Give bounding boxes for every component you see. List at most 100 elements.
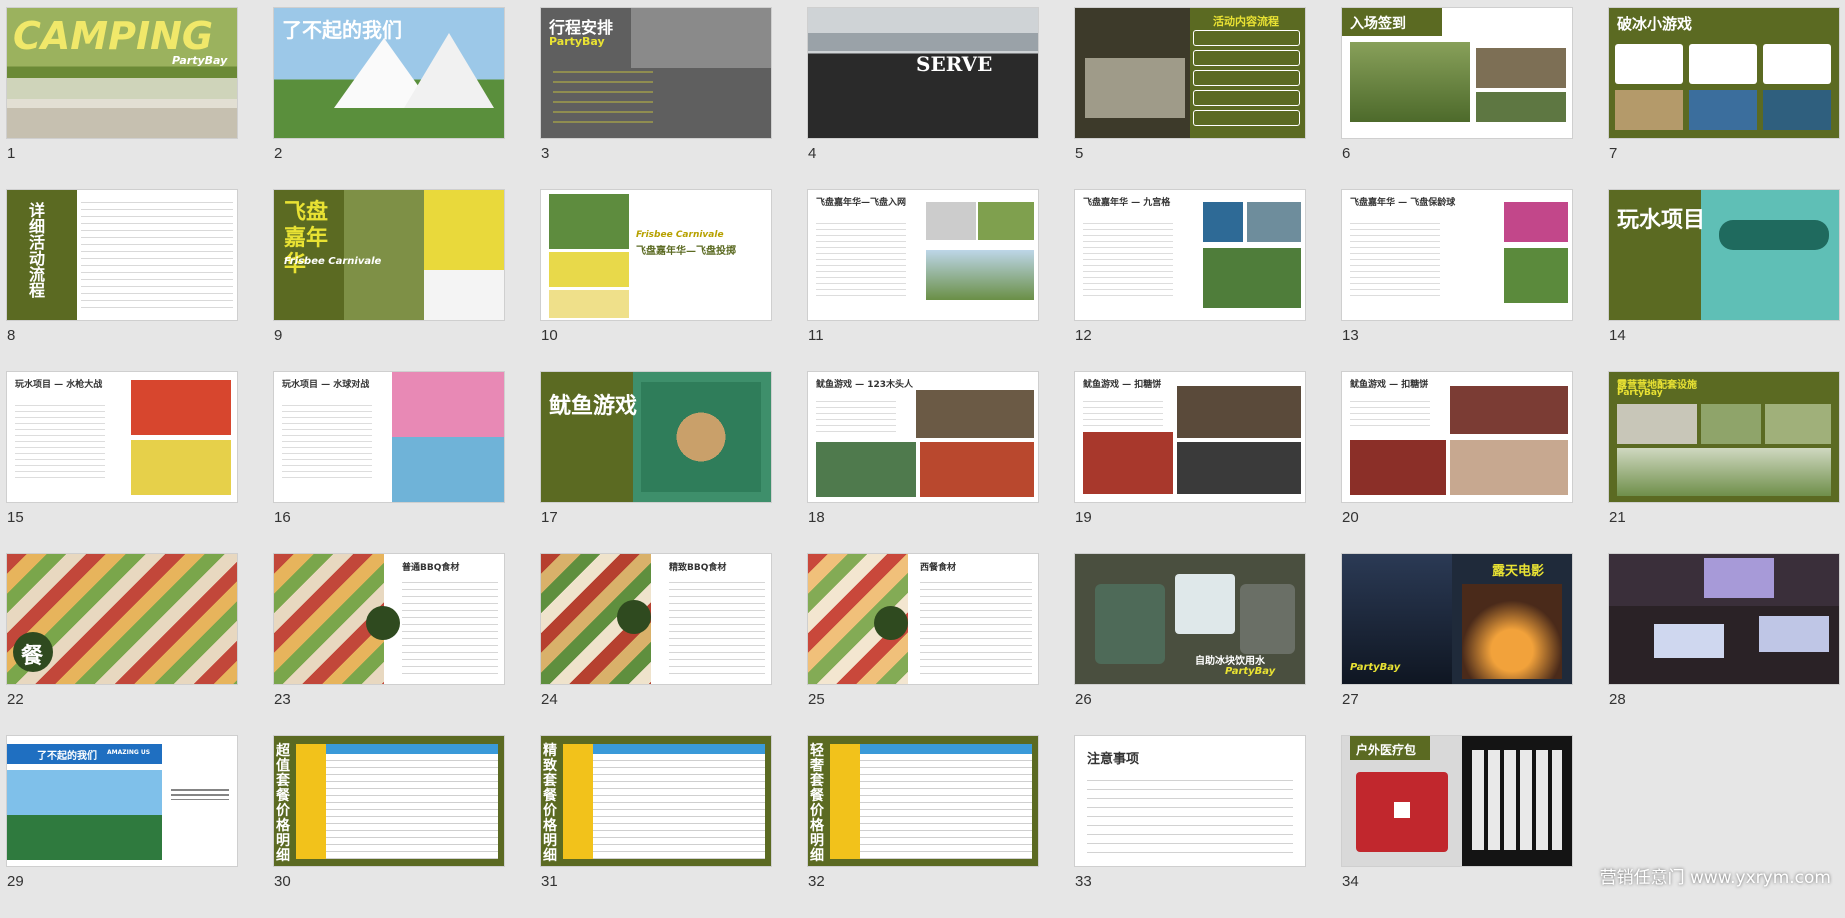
slide-number: 9 bbox=[274, 327, 283, 344]
slide-cell: 入场签到 6 bbox=[1342, 8, 1572, 190]
slide-title: 了不起的我们 bbox=[37, 751, 97, 762]
slide-title: 鱿鱼游戏 — 扣糖饼 bbox=[1083, 380, 1162, 390]
slide-thumbnail[interactable]: 露营营地配套设施 PartyBay bbox=[1609, 372, 1839, 502]
slide-thumbnail[interactable]: 露天电影 PartyBay bbox=[1342, 554, 1572, 684]
slide-title: 餐 bbox=[21, 644, 44, 669]
slide-thumbnail[interactable]: 飞盘嘉年华 Frisbee Carnivale bbox=[274, 190, 504, 320]
slide-thumbnail[interactable]: 玩水项目 — 水球对战 bbox=[274, 372, 504, 502]
slide-number: 14 bbox=[1609, 327, 1626, 344]
slide-thumbnail[interactable]: 飞盘嘉年华 — 飞盘保龄球 bbox=[1342, 190, 1572, 320]
slide-subtitle: PartyBay bbox=[1350, 662, 1401, 673]
slide-number: 32 bbox=[808, 873, 825, 890]
slide-title: 活动内容流程 bbox=[1213, 15, 1279, 28]
slide-thumbnail[interactable]: CAMPING PartyBay bbox=[7, 8, 237, 138]
slide-title: 飞盘嘉年华—飞盘入网 bbox=[816, 198, 907, 208]
slide-number: 11 bbox=[808, 327, 824, 344]
slide-cell: 鱿鱼游戏 — 123木头人 18 bbox=[808, 372, 1038, 554]
slide-cell: 户外医疗包 34 bbox=[1342, 736, 1572, 918]
slide-cell: 西餐食材 25 bbox=[808, 554, 1038, 736]
slide-thumbnail[interactable]: 注意事项 bbox=[1075, 736, 1305, 866]
slide-number: 5 bbox=[1075, 145, 1084, 162]
slide-thumbnail[interactable]: SERVE bbox=[808, 8, 1038, 138]
slide-title: 鱿鱼游戏 bbox=[549, 393, 638, 419]
slide-number: 13 bbox=[1342, 327, 1359, 344]
slide-thumbnail[interactable]: 活动内容流程 bbox=[1075, 8, 1305, 138]
slide-cell: 鱿鱼游戏 17 bbox=[541, 372, 771, 554]
slide-thumbnail[interactable]: 精致套餐价格明细 bbox=[541, 736, 771, 866]
slide-cell: SERVE 4 bbox=[808, 8, 1038, 190]
slide-title: 飞盘嘉年华 — 九宫格 bbox=[1083, 198, 1171, 208]
slide-thumbnail[interactable]: 了不起的我们 bbox=[274, 8, 504, 138]
slide-thumbnail[interactable]: 轻奢套餐价格明细 bbox=[808, 736, 1038, 866]
slide-cell: 精致套餐价格明细 31 bbox=[541, 736, 771, 918]
slide-cell: 露营营地配套设施 PartyBay 21 bbox=[1609, 372, 1839, 554]
slide-title: SERVE bbox=[916, 52, 993, 76]
slide-thumbnail[interactable]: 破冰小游戏 bbox=[1609, 8, 1839, 138]
slide-title: 飞盘嘉年华 — 飞盘保龄球 bbox=[1350, 198, 1456, 208]
slide-thumbnail[interactable]: 玩水项目 — 水枪大战 bbox=[7, 372, 237, 502]
slide-title: 玩水项目 bbox=[1617, 207, 1706, 233]
slide-thumbnail[interactable]: 行程安排 PartyBay bbox=[541, 8, 771, 138]
slide-title: 普通BBQ食材 bbox=[402, 563, 460, 573]
slide-cell: 飞盘嘉年华 Frisbee Carnivale 9 bbox=[274, 190, 504, 372]
slide-thumbnail[interactable]: 鱿鱼游戏 — 扣糖饼 bbox=[1342, 372, 1572, 502]
slide-thumbnail[interactable]: 鱿鱼游戏 — 扣糖饼 bbox=[1075, 372, 1305, 502]
slide-thumbnail[interactable]: 鱿鱼游戏 bbox=[541, 372, 771, 502]
medical-cross-icon bbox=[1394, 802, 1410, 818]
slide-title: 入场签到 bbox=[1350, 16, 1406, 32]
slide-cell: Frisbee Carnivale 飞盘嘉年华—飞盘投掷 10 bbox=[541, 190, 771, 372]
slide-thumbnail[interactable]: 普通BBQ食材 bbox=[274, 554, 504, 684]
slide-title: 破冰小游戏 bbox=[1617, 15, 1693, 33]
slide-cell: 了不起的我们 2 bbox=[274, 8, 504, 190]
slide-number: 30 bbox=[274, 873, 291, 890]
slide-cell: 28 bbox=[1609, 554, 1839, 736]
slide-number: 31 bbox=[541, 873, 558, 890]
slide-thumbnail[interactable]: 飞盘嘉年华 — 九宫格 bbox=[1075, 190, 1305, 320]
slide-number: 22 bbox=[7, 691, 24, 708]
slide-number: 3 bbox=[541, 145, 550, 162]
slide-subtitle: Frisbee Carnivale bbox=[636, 230, 724, 240]
slide-thumbnail[interactable]: 超值套餐价格明细 bbox=[274, 736, 504, 866]
slide-number: 25 bbox=[808, 691, 825, 708]
slide-subtitle: Frisbee Carnivale bbox=[284, 256, 382, 267]
slide-thumbnail[interactable]: 详细活动流程 bbox=[7, 190, 237, 320]
slide-number: 1 bbox=[7, 145, 16, 162]
slide-thumbnail[interactable]: 玩水项目 bbox=[1609, 190, 1839, 320]
slide-thumbnail[interactable]: 西餐食材 bbox=[808, 554, 1038, 684]
slide-cell: 超值套餐价格明细 30 bbox=[274, 736, 504, 918]
slide-number: 33 bbox=[1075, 873, 1092, 890]
slide-thumbnail[interactable]: 户外医疗包 bbox=[1342, 736, 1572, 866]
slide-thumbnail[interactable]: 餐 bbox=[7, 554, 237, 684]
slide-cell: 玩水项目 — 水球对战 16 bbox=[274, 372, 504, 554]
slide-number: 15 bbox=[7, 509, 24, 526]
slide-title: 玩水项目 — 水枪大战 bbox=[15, 380, 103, 390]
slide-title: 西餐食材 bbox=[920, 563, 957, 573]
slide-thumbnail[interactable]: Frisbee Carnivale 飞盘嘉年华—飞盘投掷 bbox=[541, 190, 771, 320]
slide-number: 20 bbox=[1342, 509, 1359, 526]
slide-thumbnail[interactable]: 自助冰块饮用水 PartyBay bbox=[1075, 554, 1305, 684]
slide-thumbnail[interactable]: 飞盘嘉年华—飞盘入网 bbox=[808, 190, 1038, 320]
slide-number: 26 bbox=[1075, 691, 1092, 708]
slide-number: 34 bbox=[1342, 873, 1359, 890]
slide-thumbnail[interactable]: 鱿鱼游戏 — 123木头人 bbox=[808, 372, 1038, 502]
slide-thumbnail[interactable]: 入场签到 bbox=[1342, 8, 1572, 138]
slide-thumbnail[interactable]: 了不起的我们 AMAZING US bbox=[7, 736, 237, 866]
slide-thumbnail[interactable] bbox=[1609, 554, 1839, 684]
slide-cell: 玩水项目 14 bbox=[1609, 190, 1839, 372]
slide-cell: 露天电影 PartyBay 27 bbox=[1342, 554, 1572, 736]
slide-cell: 行程安排 PartyBay 3 bbox=[541, 8, 771, 190]
slide-sorter-grid: CAMPING PartyBay 1 了不起的我们 2 行程安排 PartyBa… bbox=[7, 8, 1839, 918]
slide-number: 16 bbox=[274, 509, 291, 526]
slide-number: 10 bbox=[541, 327, 558, 344]
slide-number: 2 bbox=[274, 145, 283, 162]
slide-cell: CAMPING PartyBay 1 bbox=[7, 8, 237, 190]
slide-subtitle: PartyBay bbox=[1225, 666, 1276, 677]
watermark: 营销任意门 www.yxrym.com bbox=[1599, 868, 1831, 888]
slide-title: 精致套餐价格明细 bbox=[543, 743, 557, 864]
slide-thumbnail[interactable]: 精致BBQ食材 bbox=[541, 554, 771, 684]
slide-title: 鱿鱼游戏 — 123木头人 bbox=[816, 380, 914, 390]
slide-number: 4 bbox=[808, 145, 817, 162]
slide-number: 28 bbox=[1609, 691, 1626, 708]
slide-title: 自助冰块饮用水 bbox=[1195, 656, 1265, 667]
slide-title: 了不起的我们 bbox=[282, 18, 402, 42]
